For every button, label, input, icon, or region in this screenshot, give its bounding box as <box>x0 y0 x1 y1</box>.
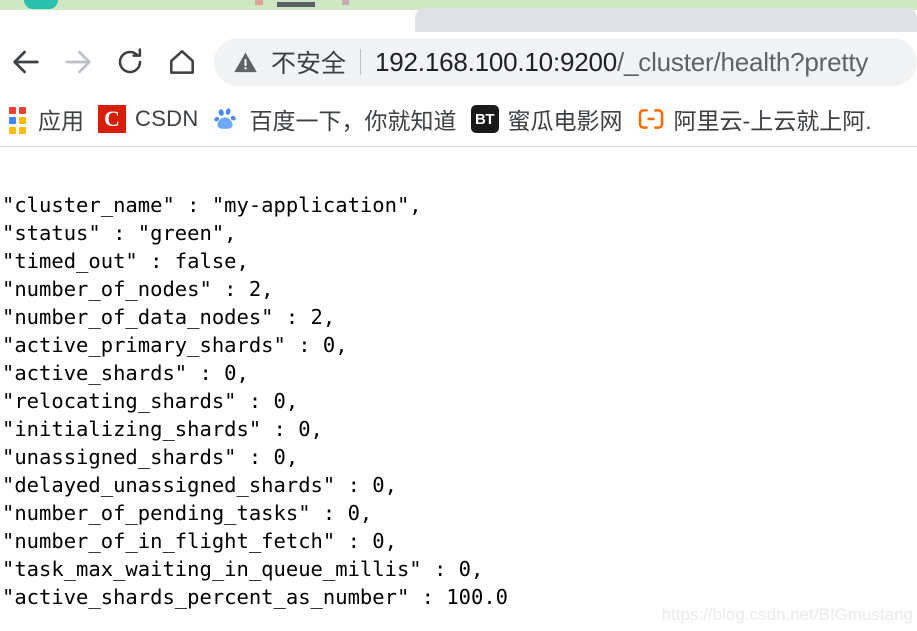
page-content: "cluster_name" : "my-application", "stat… <box>0 147 917 631</box>
url-text: 192.168.100.10:9200/_cluster/health?pret… <box>375 47 868 78</box>
bookmark-label: 阿里云-上云就上阿. <box>673 108 872 134</box>
aliyun-icon <box>637 105 665 133</box>
csdn-icon: C <box>98 105 126 133</box>
bookmark-aliyun[interactable]: 阿里云-上云就上阿. <box>630 99 879 139</box>
warning-triangle-icon[interactable] <box>232 49 259 76</box>
url-host: 192.168.100.10:9200 <box>375 46 618 77</box>
tab-title-fragment <box>342 0 349 5</box>
baidu-paw-icon <box>213 105 241 133</box>
bookmark-label: 蜜瓜电影网 <box>507 108 623 134</box>
back-arrow-icon <box>9 45 43 79</box>
bookmark-label: 百度一下，你就知道 <box>249 108 457 134</box>
address-bar[interactable]: 不安全 192.168.100.10:9200/_cluster/health?… <box>214 38 917 86</box>
bookmark-label: 应用 <box>38 108 84 134</box>
forward-button[interactable] <box>52 36 104 88</box>
tab-title-fragment <box>277 2 315 7</box>
back-button[interactable] <box>0 36 52 88</box>
forward-arrow-icon <box>61 45 95 79</box>
omnibox-divider <box>360 49 362 75</box>
reload-icon <box>114 46 146 78</box>
csdn-watermark: https://blog.csdn.net/BIGmustang <box>661 605 913 624</box>
reload-button[interactable] <box>104 36 156 88</box>
bookmark-apps[interactable]: 应用 <box>2 99 91 139</box>
security-status-label: 不安全 <box>271 50 347 78</box>
bookmark-label: CSDN <box>135 106 199 131</box>
home-button[interactable] <box>156 36 208 88</box>
bookmark-baidu[interactable]: 百度一下，你就知道 <box>206 99 464 139</box>
bt-icon: BT <box>470 105 499 133</box>
tab-title-fragment <box>255 0 263 5</box>
apps-grid-icon <box>9 107 29 134</box>
url-path: /_cluster/health?pretty <box>617 46 869 77</box>
active-tab-favicon[interactable] <box>24 0 58 9</box>
bookmarks-bar: 应用 C CSDN 百度一下，你就知道 BT 蜜瓜电影网 阿里云-上云就上阿. <box>0 92 917 146</box>
bookmark-bt[interactable]: BT 蜜瓜电影网 <box>464 99 630 139</box>
inactive-tab[interactable] <box>415 8 917 32</box>
bookmark-csdn[interactable]: C CSDN <box>91 99 206 139</box>
navigation-toolbar: 不安全 192.168.100.10:9200/_cluster/health?… <box>0 33 917 91</box>
cluster-health-json-output: "cluster_name" : "my-application", "stat… <box>2 193 509 609</box>
home-icon <box>166 46 198 78</box>
